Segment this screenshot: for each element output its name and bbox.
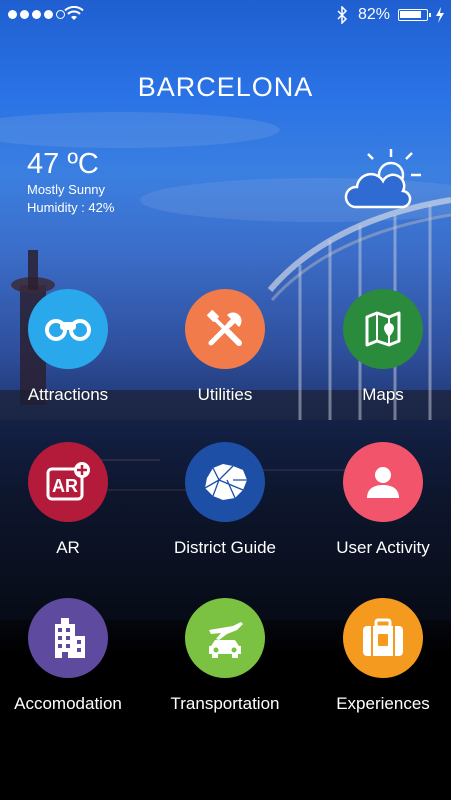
bluetooth-icon — [337, 6, 348, 24]
building-icon — [55, 618, 85, 658]
district-guide-tile[interactable]: District Guide — [150, 442, 300, 558]
user-activity-tile[interactable]: User Activity — [308, 442, 451, 558]
attractions-button[interactable] — [28, 289, 108, 369]
experiences-button[interactable] — [343, 598, 423, 678]
binoculars-icon — [45, 319, 91, 341]
city-title: BARCELONA — [137, 72, 314, 102]
accomodation-tile[interactable]: Accomodation — [0, 598, 143, 714]
maps-button[interactable] — [343, 289, 423, 369]
humidity: Humidity : 42% — [27, 200, 115, 215]
attractions-tile[interactable]: Attractions — [0, 289, 143, 405]
utilities-label: Utilities — [197, 385, 253, 404]
ar-label: AR — [56, 538, 80, 557]
map-icon — [365, 311, 401, 347]
utilities-tile[interactable]: Utilities — [150, 289, 300, 405]
district-guide-label: District Guide — [173, 538, 277, 557]
temperature: 47 ºC — [27, 148, 99, 180]
maps-label: Maps — [362, 385, 404, 404]
battery-percent: 82% — [358, 6, 391, 23]
transportation-tile[interactable]: Transportation — [150, 598, 300, 714]
district-guide-button[interactable] — [185, 442, 265, 522]
user-icon — [367, 467, 399, 498]
tools-icon — [207, 310, 242, 346]
user-activity-label: User Activity — [336, 538, 430, 557]
experiences-tile[interactable]: Experiences — [308, 598, 451, 714]
status-bar: 82% — [0, 0, 451, 30]
experiences-label: Experiences — [336, 694, 430, 713]
accomodation-label: Accomodation — [14, 694, 122, 713]
signal-strength-icon — [8, 10, 65, 19]
attractions-label: Attractions — [27, 385, 109, 404]
suitcase-icon — [363, 618, 403, 656]
ar-tile[interactable]: AR AR — [0, 442, 143, 558]
user-activity-button[interactable] — [343, 442, 423, 522]
svg-text:AR: AR — [52, 476, 78, 496]
weather-condition: Mostly Sunny — [27, 182, 106, 197]
maps-tile[interactable]: Maps — [308, 289, 451, 405]
utilities-button[interactable] — [185, 289, 265, 369]
accomodation-button[interactable] — [28, 598, 108, 678]
wifi-icon — [64, 6, 84, 20]
ar-icon: AR — [46, 462, 90, 501]
ar-button[interactable]: AR — [28, 442, 108, 522]
charging-icon — [436, 7, 444, 23]
transportation-label: Transportation — [170, 694, 280, 713]
transport-icon — [209, 622, 243, 658]
battery-icon — [398, 9, 431, 21]
transportation-button[interactable] — [185, 598, 265, 678]
district-map-icon — [204, 464, 247, 500]
partly-sunny-icon — [344, 149, 421, 209]
